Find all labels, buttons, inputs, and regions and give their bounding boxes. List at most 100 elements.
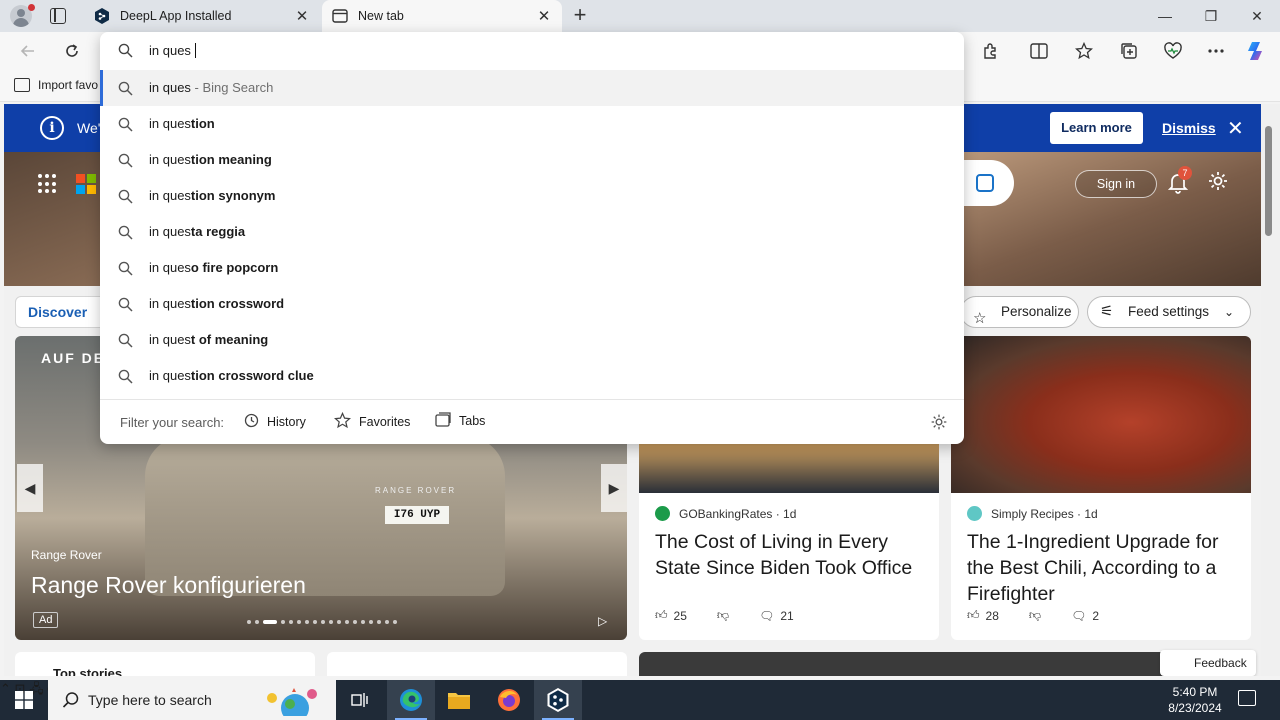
collections-icon[interactable]: [1118, 40, 1140, 62]
refresh-icon[interactable]: [61, 40, 83, 62]
simply-recipes-logo: [967, 506, 982, 521]
clock-time: 5:40 PM: [1172, 685, 1218, 699]
page-settings-gear-icon[interactable]: [1207, 170, 1229, 198]
thumbs-down-icon[interactable]: 👎︎: [717, 608, 729, 623]
news-card-partial[interactable]: [327, 652, 627, 676]
task-view-icon[interactable]: [336, 680, 384, 720]
more-options-icon[interactable]: [1205, 40, 1227, 62]
personalize-label: Personalize: [1001, 304, 1072, 319]
back-icon[interactable]: [17, 40, 39, 62]
suggestion-completion: o fire popcorn: [190, 260, 279, 275]
search-suggestion[interactable]: in question crossword clue: [100, 358, 964, 394]
carousel-next-button[interactable]: ▶: [601, 464, 627, 512]
comment-count: 2: [1092, 608, 1100, 623]
copilot-icon[interactable]: [1246, 40, 1268, 62]
feedback-button[interactable]: Feedback: [1160, 650, 1256, 676]
news-title[interactable]: The 1-Ingredient Upgrade for the Best Ch…: [967, 529, 1239, 607]
ad-title[interactable]: Range Rover konfigurieren: [31, 572, 306, 599]
deepl-icon: [94, 8, 110, 24]
tab-close-icon[interactable]: ✕: [536, 7, 552, 25]
action-center-icon[interactable]: [1238, 690, 1256, 706]
search-highlight-art-icon: [260, 684, 330, 720]
suggestion-typed-part: in ques: [149, 116, 191, 131]
filter-history-button[interactable]: History: [243, 412, 306, 431]
thumbs-up-icon[interactable]: 👍︎: [655, 608, 668, 623]
news-title[interactable]: The Cost of Living in Every State Since …: [655, 529, 927, 581]
search-suggestion[interactable]: in quest of meaning: [100, 322, 964, 358]
extensions-icon[interactable]: [980, 40, 1002, 62]
edge-taskbar-icon[interactable]: [387, 680, 435, 720]
restore-button[interactable]: ❐: [1188, 0, 1234, 32]
firefox-icon[interactable]: [485, 680, 533, 720]
feed-settings-button[interactable]: ⚟ Feed settings ⌄: [1087, 296, 1251, 328]
search-icon: [118, 153, 133, 171]
thumbs-up-icon[interactable]: 👍︎: [967, 608, 980, 623]
sign-in-button[interactable]: Sign in: [1075, 170, 1157, 198]
carousel-dots: [247, 620, 397, 624]
dismiss-link[interactable]: Dismiss: [1162, 120, 1216, 136]
suggestion-text: in queso fire popcorn: [149, 260, 278, 275]
comment-icon[interactable]: 🗨︎: [1071, 609, 1086, 623]
search-suggestion[interactable]: in queso fire popcorn: [100, 250, 964, 286]
suggestion-text: in ques - Bing Search: [149, 80, 273, 95]
news-source-label: GOBankingRates · 1d: [679, 506, 797, 521]
filter-favorites-button[interactable]: Favorites: [333, 411, 410, 432]
search-icon: [118, 297, 133, 315]
tab-actions-icon[interactable]: [50, 8, 66, 24]
carousel-prev-button[interactable]: ◀: [17, 464, 43, 512]
search-suggestion[interactable]: in questa reggia: [100, 214, 964, 250]
search-icon: [118, 369, 133, 387]
taskbar-clock[interactable]: 5:40 PM 8/23/2024: [1162, 684, 1228, 716]
top-stories-card[interactable]: Top stories: [15, 652, 315, 676]
sliders-icon: ⚟: [1100, 303, 1114, 320]
search-icon: [118, 225, 133, 243]
news-source-label: Simply Recipes · 1d: [991, 506, 1098, 521]
suggestion-completion: tion: [190, 116, 215, 131]
camera-search-icon: [976, 174, 994, 192]
search-suggestion[interactable]: in question synonym: [100, 178, 964, 214]
taskbar-search-box[interactable]: Type here to search: [48, 680, 336, 720]
tab-close-icon[interactable]: ✕: [294, 7, 310, 25]
suggestion-text: in question: [149, 116, 215, 131]
split-screen-icon[interactable]: [1028, 40, 1050, 62]
apps-launcher-icon[interactable]: [38, 174, 58, 194]
address-bar-text[interactable]: in ques: [149, 43, 196, 58]
suggestion-text: in question synonym: [149, 188, 275, 203]
microsoft-logo[interactable]: [76, 174, 96, 194]
license-plate: I76 UYP: [385, 506, 449, 524]
minimize-button[interactable]: —: [1142, 0, 1188, 32]
learn-more-button[interactable]: Learn more: [1050, 112, 1143, 144]
filter-tabs-button[interactable]: Tabs: [435, 412, 485, 430]
new-tab-button[interactable]: +: [570, 4, 590, 28]
suggestion-text: in questa reggia: [149, 224, 245, 239]
news-card[interactable]: Simply Recipes · 1d The 1-Ingredient Upg…: [951, 336, 1251, 640]
thumbs-down-icon[interactable]: 👎︎: [1029, 608, 1041, 623]
address-bar-input[interactable]: in ques: [100, 32, 964, 70]
suggestion-text: in question crossword clue: [149, 368, 314, 383]
tab-new-tab[interactable]: New tab ✕: [322, 0, 562, 32]
adchoices-icon[interactable]: ▷: [598, 614, 607, 628]
file-explorer-icon[interactable]: [435, 680, 483, 720]
browser-essentials-icon[interactable]: [1162, 40, 1184, 62]
feed-settings-label: Feed settings: [1128, 304, 1210, 319]
page-scrollbar[interactable]: [1261, 104, 1280, 676]
suggestion-completion: tion crossword clue: [190, 368, 314, 383]
search-icon: [118, 333, 133, 351]
close-window-button[interactable]: ✕: [1234, 0, 1280, 32]
start-button[interactable]: [0, 680, 48, 720]
search-suggestion[interactable]: in question meaning: [100, 142, 964, 178]
search-icon: [118, 81, 133, 99]
tab-deepl[interactable]: DeepL App Installed ✕: [84, 0, 320, 32]
import-favorites-button[interactable]: Import favo: [14, 78, 98, 92]
search-suggestion[interactable]: in ques - Bing Search: [100, 70, 964, 106]
personalize-button[interactable]: ☆ Personalize: [960, 296, 1079, 328]
search-settings-gear-icon[interactable]: [930, 413, 948, 434]
search-suggestion[interactable]: in question crossword: [100, 286, 964, 322]
favorites-star-icon[interactable]: [1073, 40, 1095, 62]
suggestion-text: in quest of meaning: [149, 332, 268, 347]
deepl-taskbar-icon[interactable]: [534, 680, 582, 720]
scrollbar-thumb[interactable]: [1265, 126, 1272, 236]
comment-icon[interactable]: 🗨︎: [759, 609, 774, 623]
close-icon[interactable]: ✕: [1227, 116, 1244, 141]
search-suggestion[interactable]: in question: [100, 106, 964, 142]
